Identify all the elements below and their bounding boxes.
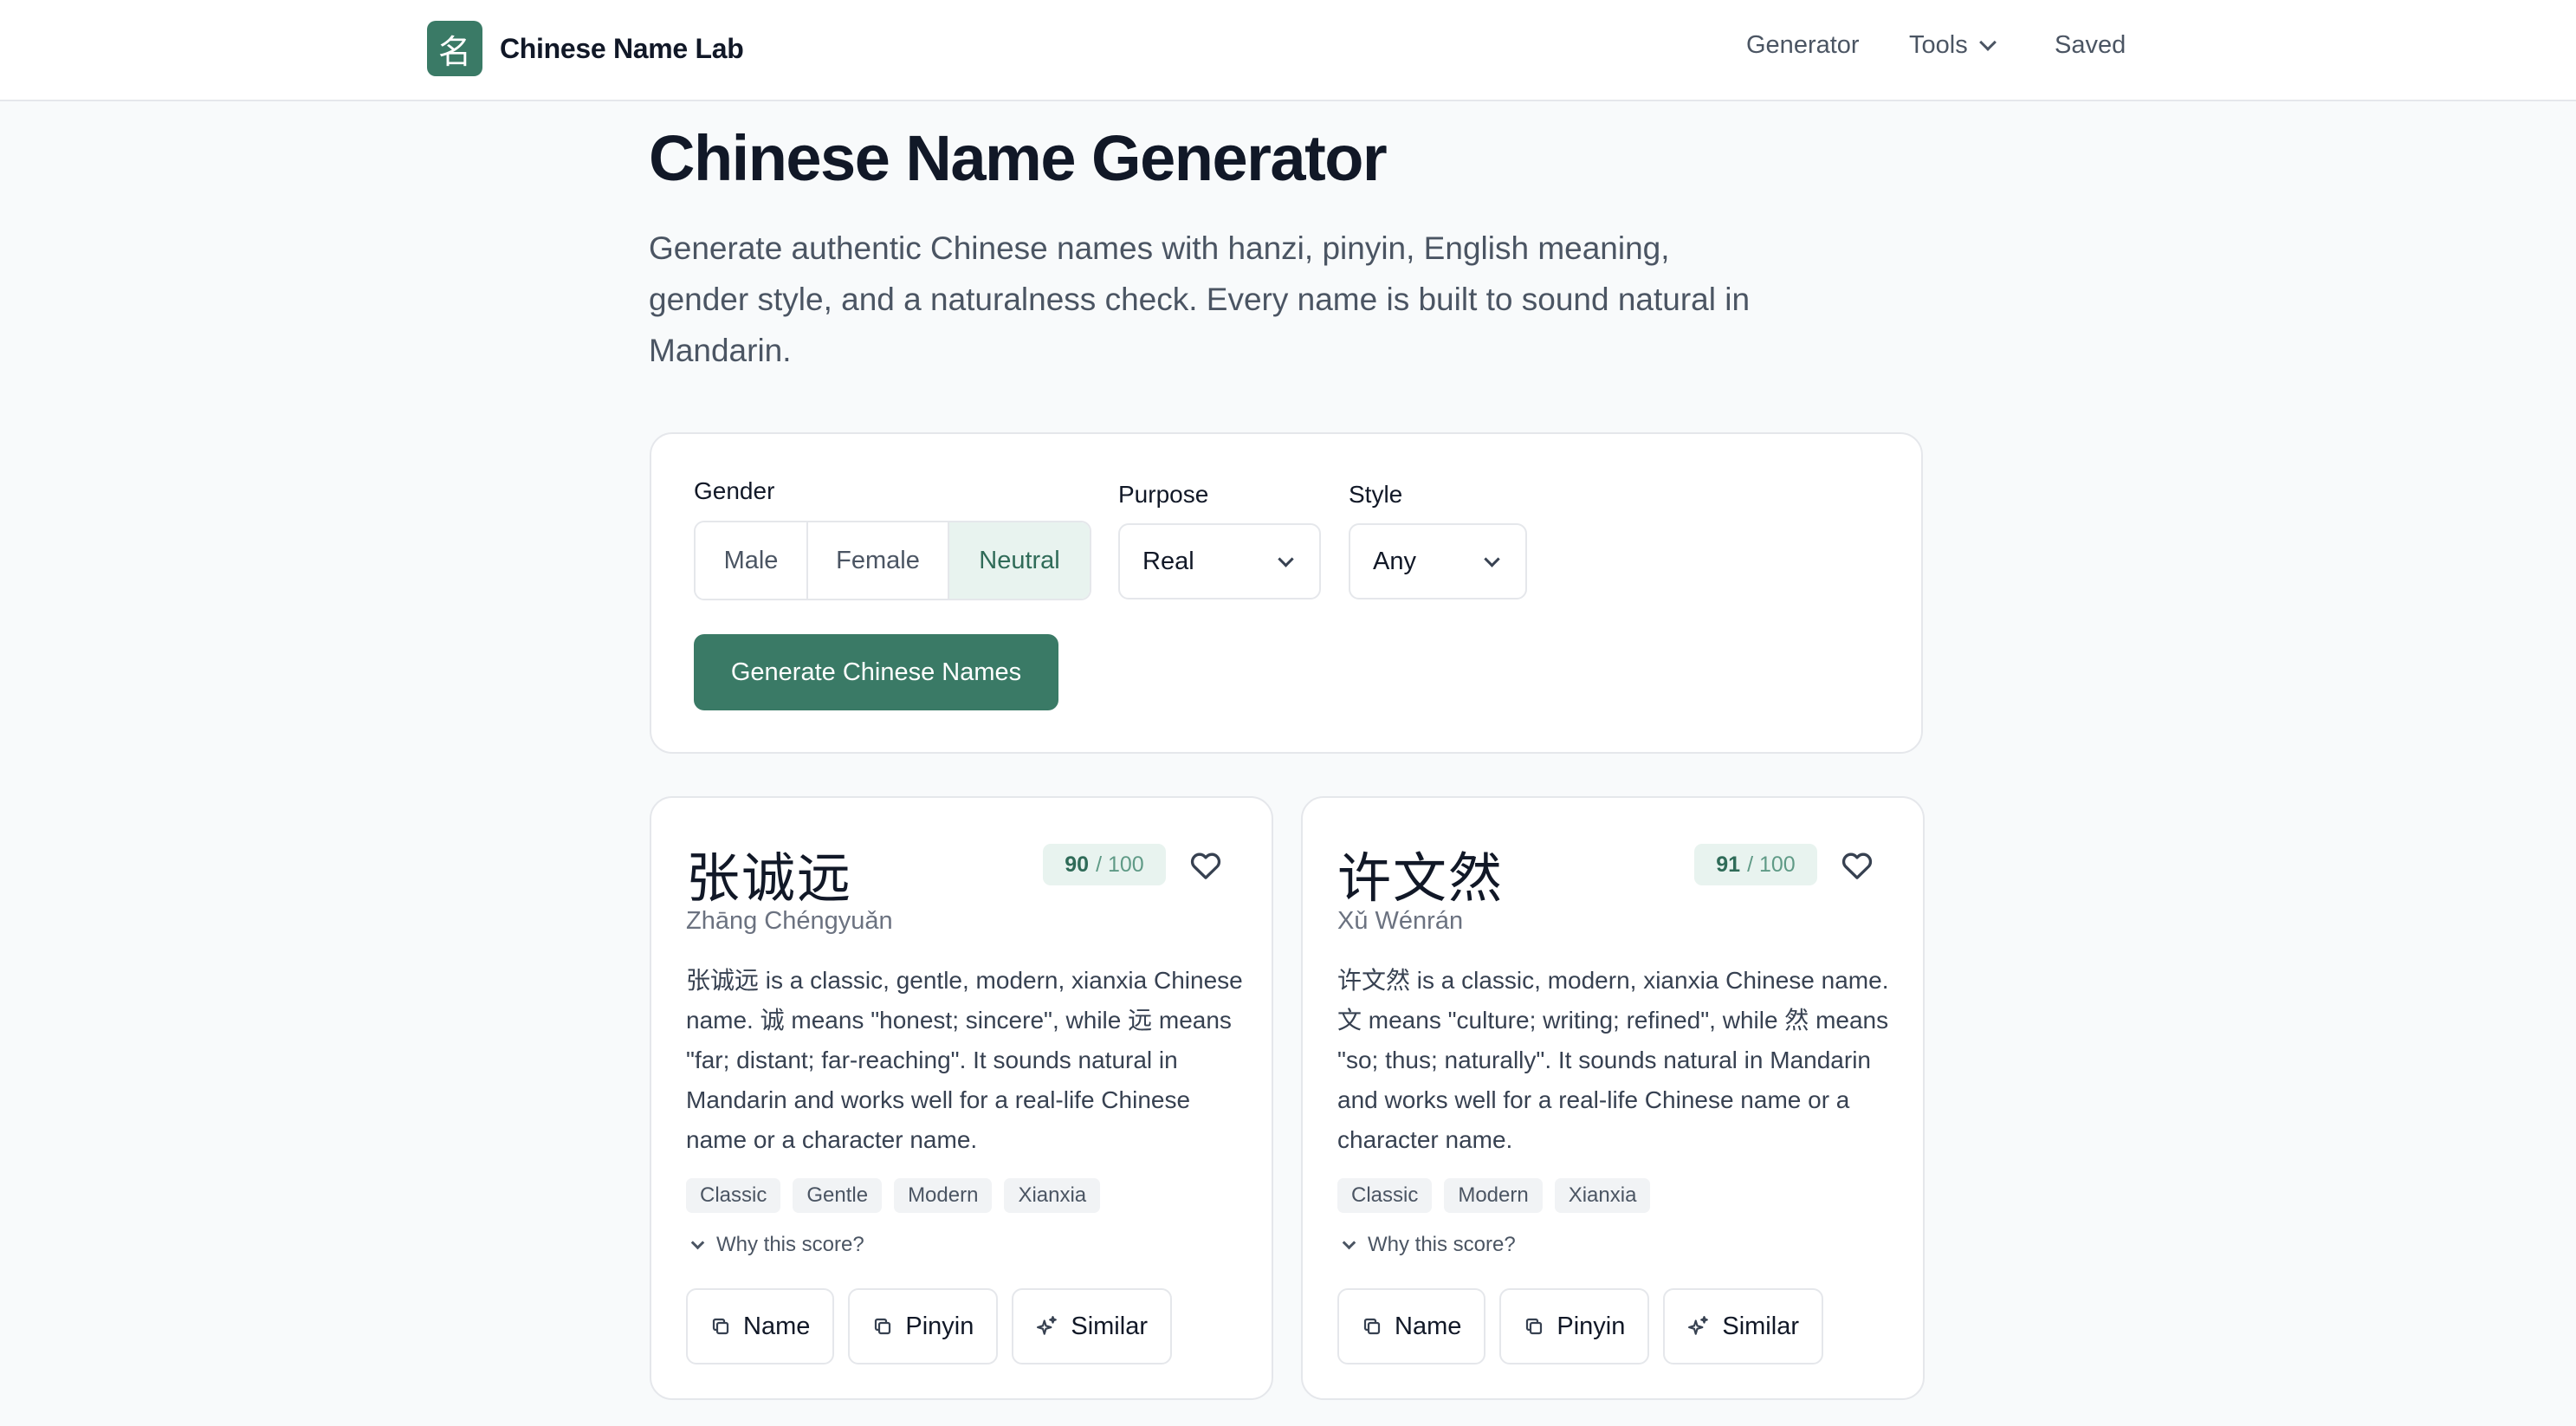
heart-icon[interactable]	[1840, 848, 1874, 883]
similar-names-button[interactable]: Similar	[1012, 1288, 1172, 1364]
chevron-down-icon	[1342, 1235, 1356, 1249]
top-nav-bar: 名 Chinese Name Lab Generator Tools Saved	[0, 0, 2576, 101]
copy-name-label: Name	[743, 1312, 811, 1340]
name-description: 张诚远 is a classic, gentle, modern, xianxi…	[686, 967, 1243, 1153]
why-score-label: Why this score?	[716, 1233, 864, 1256]
name-hanzi: 张诚远	[686, 846, 853, 910]
style-tag: Xianxia	[1554, 1178, 1651, 1213]
name-hanzi: 许文然	[1337, 846, 1505, 910]
sparkles-icon	[1037, 1316, 1058, 1335]
chevron-down-icon	[1978, 33, 1997, 51]
gender-female-option[interactable]: Female	[808, 522, 949, 599]
why-score-toggle[interactable]: Why this score?	[686, 1233, 864, 1257]
heart-icon[interactable]	[1188, 848, 1223, 883]
purpose-value: Real	[1142, 547, 1194, 575]
style-select[interactable]: Any	[1349, 523, 1527, 600]
score-value: 90	[1065, 852, 1090, 877]
similar-label: Similar	[1071, 1312, 1148, 1340]
brand-name: Chinese Name Lab	[500, 32, 744, 64]
generate-button[interactable]: Generate Chinese Names	[694, 634, 1058, 710]
gender-neutral-option[interactable]: Neutral	[949, 522, 1090, 599]
copy-icon	[875, 1318, 891, 1335]
gender-segmented-control: Male Female Neutral	[694, 521, 1091, 600]
chevron-down-icon	[690, 1235, 705, 1249]
why-score-toggle[interactable]: Why this score?	[1337, 1233, 1516, 1257]
chevron-down-icon	[1484, 551, 1500, 567]
page-title: Chinese Name Generator	[649, 122, 1388, 194]
copy-name-label: Name	[1395, 1312, 1462, 1340]
page-subtitle: Generate authentic Chinese names with ha…	[649, 230, 1751, 368]
copy-pinyin-label: Pinyin	[1557, 1312, 1626, 1340]
copy-name-button[interactable]: Name	[686, 1288, 835, 1364]
logo-icon: 名	[427, 21, 482, 76]
score-max: / 100	[1096, 852, 1144, 877]
copy-name-button[interactable]: Name	[1337, 1288, 1486, 1364]
sparkles-icon	[1688, 1316, 1709, 1335]
style-value: Any	[1373, 547, 1416, 575]
tag-list: Classic Gentle Modern Xianxia	[686, 1178, 1101, 1213]
similar-label: Similar	[1722, 1312, 1799, 1340]
copy-icon	[1363, 1318, 1381, 1335]
gender-label: Gender	[694, 477, 775, 504]
style-tag: Gentle	[793, 1178, 883, 1213]
chevron-down-icon	[1278, 551, 1294, 567]
why-score-label: Why this score?	[1368, 1233, 1516, 1256]
nav-generator-link[interactable]: Generator	[1746, 31, 1860, 60]
copy-icon	[1526, 1318, 1543, 1335]
gender-male-option[interactable]: Male	[696, 522, 808, 599]
style-tag: Classic	[1337, 1178, 1433, 1213]
purpose-label: Purpose	[1118, 481, 1209, 508]
score-max: / 100	[1747, 852, 1796, 877]
nav-tools-label: Tools	[1909, 31, 1968, 59]
card-actions: Name Pinyin Similar	[1337, 1288, 1823, 1364]
name-pinyin: Xǔ Wénrán	[1337, 907, 1464, 935]
score-badge: 91 / 100	[1694, 844, 1817, 885]
card-actions: Name Pinyin Similar	[686, 1288, 1172, 1364]
style-label: Style	[1349, 481, 1403, 508]
nav-tools-dropdown[interactable]: Tools	[1909, 31, 1997, 60]
copy-pinyin-button[interactable]: Pinyin	[848, 1288, 999, 1364]
style-tag: Classic	[686, 1178, 781, 1213]
name-pinyin: Zhāng Chéngyuǎn	[686, 907, 893, 935]
name-result-card: 张诚远 Zhāng Chéngyuǎn 90 / 100 张诚远 is a cl…	[650, 796, 1273, 1400]
score-badge: 90 / 100	[1043, 844, 1166, 885]
style-tag: Xianxia	[1004, 1178, 1101, 1213]
name-result-card: 许文然 Xǔ Wénrán 91 / 100 许文然 is a classic,…	[1301, 796, 1925, 1400]
name-description: 许文然 is a classic, modern, xianxia Chines…	[1337, 967, 1889, 1153]
tag-list: Classic Modern Xianxia	[1337, 1178, 1651, 1213]
nav-saved-link[interactable]: Saved	[2055, 31, 2126, 60]
style-tag: Modern	[1444, 1178, 1543, 1213]
copy-icon	[712, 1318, 729, 1335]
copy-pinyin-label: Pinyin	[905, 1312, 974, 1340]
style-tag: Modern	[894, 1178, 993, 1213]
copy-pinyin-button[interactable]: Pinyin	[1499, 1288, 1650, 1364]
brand-link[interactable]: 名 Chinese Name Lab	[427, 21, 744, 76]
score-value: 91	[1716, 852, 1741, 877]
purpose-select[interactable]: Real	[1118, 523, 1321, 600]
generator-form: Gender Male Female Neutral Purpose Real …	[650, 432, 1923, 754]
similar-names-button[interactable]: Similar	[1663, 1288, 1823, 1364]
